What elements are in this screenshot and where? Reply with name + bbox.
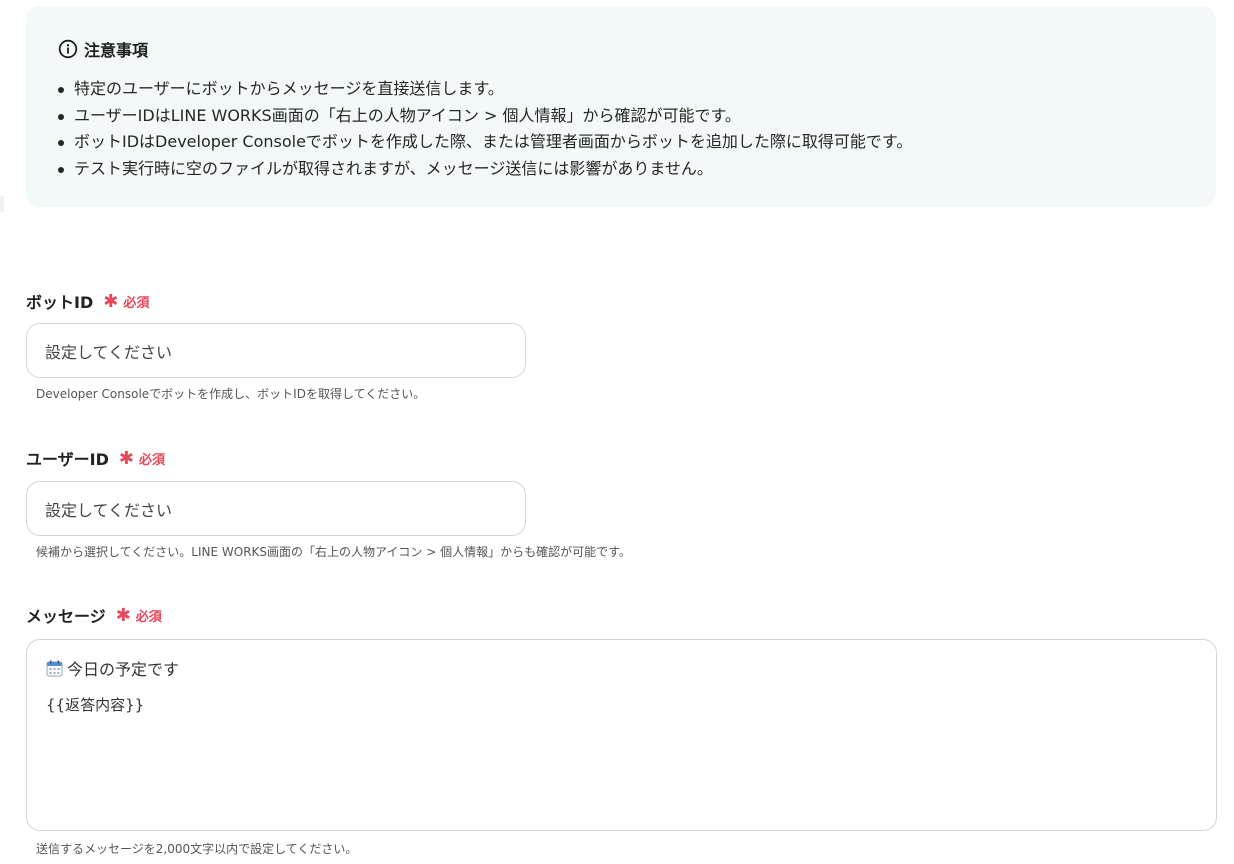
bot-id-input[interactable]: 設定してください: [26, 323, 526, 378]
asterisk-icon: ✱: [103, 290, 119, 312]
message-textarea[interactable]: 今日の予定です {{返答内容}}: [26, 639, 1217, 831]
bot-id-label: ボットID ✱ 必須: [26, 289, 149, 313]
info-circle-icon: [58, 39, 78, 59]
notice-panel: 注意事項 特定のユーザーにボットからメッセージを直接送信します。 ユーザーIDは…: [26, 6, 1216, 207]
edge-decoration: [0, 196, 4, 212]
message-label-text: メッセージ: [26, 607, 106, 626]
user-id-input[interactable]: 設定してください: [26, 481, 526, 536]
user-id-label: ユーザーID ✱ 必須: [26, 446, 165, 470]
notice-item: ユーザーIDはLINE WORKS画面の「右上の人物アイコン > 個人情報」から…: [56, 103, 912, 130]
required-badge: 必須: [135, 609, 162, 625]
bot-id-label-text: ボットID: [26, 293, 94, 312]
message-line-2: {{返答内容}}: [46, 696, 145, 714]
required-badge: 必須: [139, 452, 166, 468]
notice-item: テスト実行時に空のファイルが取得されますが、メッセージ送信には影響がありません。: [56, 156, 912, 183]
message-line-1: 今日の予定です: [46, 656, 179, 680]
bot-id-placeholder: 設定してください: [45, 342, 173, 362]
asterisk-icon: ✱: [115, 604, 131, 626]
notice-title-text: 注意事項: [84, 41, 149, 60]
user-id-help: 候補から選択してください。LINE WORKS画面の「右上の人物アイコン > 個…: [36, 545, 631, 559]
bot-id-help: Developer Consoleでボットを作成し、ボットIDを取得してください…: [36, 387, 426, 401]
required-badge: 必須: [123, 295, 150, 311]
notice-title: 注意事項: [58, 37, 148, 61]
notice-list: 特定のユーザーにボットからメッセージを直接送信します。 ユーザーIDはLINE …: [56, 76, 912, 182]
asterisk-icon: ✱: [118, 447, 135, 469]
user-id-placeholder: 設定してください: [45, 500, 173, 520]
message-label: メッセージ ✱ 必須: [26, 603, 162, 627]
notice-item: 特定のユーザーにボットからメッセージを直接送信します。: [56, 76, 912, 103]
user-id-label-text: ユーザーID: [26, 450, 109, 469]
message-line-1-text: 今日の予定です: [67, 660, 180, 679]
message-help: 送信するメッセージを2,000文字以内で設定してください。: [36, 842, 358, 856]
notice-item: ボットIDはDeveloper Consoleでボットを作成した際、または管理者…: [56, 129, 912, 156]
calendar-icon: [46, 660, 63, 676]
